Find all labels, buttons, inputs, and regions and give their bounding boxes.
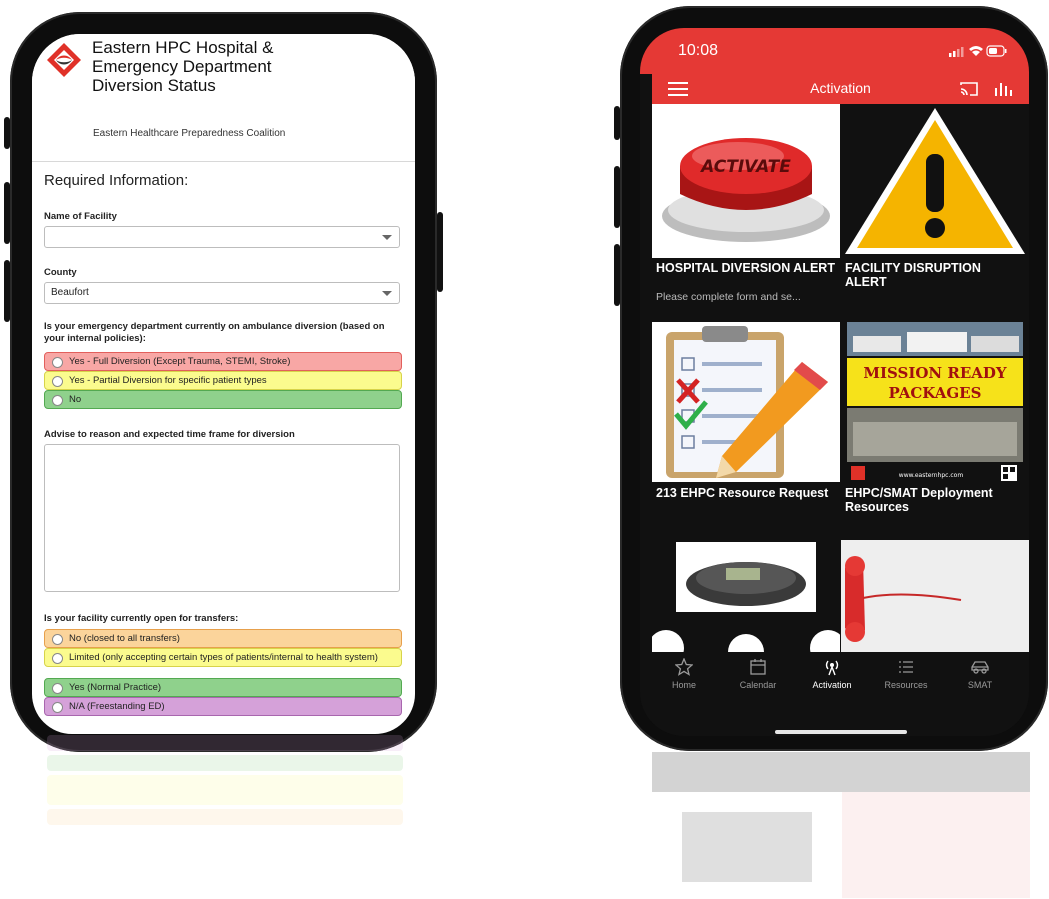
chevron-down-icon bbox=[382, 291, 392, 296]
tab-home[interactable]: Home bbox=[649, 658, 719, 690]
form-screen: Eastern HPC Hospital & Emergency Departm… bbox=[32, 34, 415, 734]
list-icon bbox=[871, 658, 941, 676]
warning-sign-icon bbox=[841, 104, 1029, 258]
tab-resources[interactable]: Resources bbox=[871, 658, 941, 690]
tile-title: EHPC/SMAT Deployment Resources bbox=[845, 486, 993, 514]
packages-line: PACKAGES bbox=[889, 384, 982, 402]
county-select-value: Beaufort bbox=[51, 287, 89, 298]
radio-option[interactable]: No (closed to all transfers) bbox=[44, 629, 402, 648]
radio-option-label: Yes - Partial Diversion for specific pat… bbox=[69, 375, 267, 386]
radio-circle-icon[interactable] bbox=[52, 634, 63, 645]
volume-down-button bbox=[4, 260, 10, 322]
app-bar: Activation bbox=[652, 74, 1029, 104]
checklist-clipboard-icon bbox=[652, 322, 840, 482]
red-telephone-icon bbox=[841, 540, 1029, 652]
star-icon bbox=[649, 658, 719, 676]
radio-option-label: N/A (Freestanding ED) bbox=[69, 701, 165, 712]
radio-circle-icon[interactable] bbox=[52, 653, 63, 664]
tab-label: SMAT bbox=[967, 680, 993, 690]
radio-option[interactable]: No bbox=[44, 390, 402, 409]
car-icon bbox=[945, 658, 1015, 676]
calendar-icon bbox=[723, 658, 793, 676]
radio-circle-icon[interactable] bbox=[52, 357, 63, 368]
volume-down-button bbox=[614, 244, 620, 306]
activate-button-icon: ACTIVATE bbox=[652, 104, 840, 258]
tab-label: Home bbox=[671, 680, 696, 690]
left-phone-frame: Eastern HPC Hospital & Emergency Departm… bbox=[4, 12, 443, 752]
volume-up-button bbox=[614, 166, 620, 228]
audio-bars-icon[interactable] bbox=[993, 80, 1013, 98]
section-heading: Required Information: bbox=[44, 172, 189, 189]
diversion-question: Is your emergency department currently o… bbox=[44, 321, 385, 344]
tab-label: Resources bbox=[884, 680, 928, 690]
tile-title: 213 EHPC Resource Request bbox=[656, 486, 829, 500]
radio-circle-icon[interactable] bbox=[52, 702, 63, 713]
broadcast-icon bbox=[797, 658, 867, 676]
status-icons bbox=[949, 45, 1007, 57]
reason-textarea[interactable] bbox=[44, 444, 400, 592]
right-phone-reflection bbox=[652, 752, 1030, 898]
chevron-down-icon bbox=[382, 235, 392, 240]
tab-label: Activation bbox=[812, 680, 852, 690]
radio-option[interactable]: Yes - Full Diversion (Except Trauma, STE… bbox=[44, 352, 402, 371]
tile-title: FACILITY DISRUPTION ALERT bbox=[845, 261, 981, 289]
status-bar: 10:08 bbox=[640, 28, 1029, 74]
cast-icon[interactable] bbox=[959, 80, 979, 98]
mute-switch bbox=[4, 117, 10, 149]
radio-option[interactable]: N/A (Freestanding ED) bbox=[44, 697, 402, 716]
tile-deployment-resources[interactable]: MISSION READY PACKAGES www.easternhpc.co… bbox=[841, 322, 1029, 538]
county-select[interactable]: Beaufort bbox=[44, 282, 400, 304]
conference-phone-icon bbox=[652, 540, 840, 652]
tab-smat[interactable]: SMAT bbox=[945, 658, 1015, 690]
status-time: 10:08 bbox=[678, 42, 719, 59]
website-url: www.easternhpc.com bbox=[899, 472, 964, 479]
reason-label: Advise to reason and expected time frame… bbox=[44, 429, 295, 440]
tile-subtitle: Please complete form and se... bbox=[656, 291, 801, 303]
radio-option-label: Yes - Full Diversion (Except Trauma, STE… bbox=[69, 356, 291, 367]
tab-label: Calendar bbox=[739, 680, 777, 690]
radio-circle-icon[interactable] bbox=[52, 683, 63, 694]
tile-title: HOSPITAL DIVERSION ALERT bbox=[656, 261, 835, 275]
power-button bbox=[437, 212, 443, 292]
transfers-question: Is your facility currently open for tran… bbox=[44, 613, 239, 624]
form-subtitle: Eastern Healthcare Preparedness Coalitio… bbox=[93, 128, 286, 139]
tile-red-telephone[interactable] bbox=[841, 540, 1029, 652]
radio-option[interactable]: Yes - Partial Diversion for specific pat… bbox=[44, 371, 402, 390]
tile-hospital-diversion-alert[interactable]: ACTIVATE HOSPITAL DIVERSION ALERT Please… bbox=[652, 104, 840, 320]
radio-option-label: No (closed to all transfers) bbox=[69, 633, 180, 644]
bottom-tab-bar: Home Calendar Activation Resources SMAT bbox=[640, 652, 1029, 736]
facility-label: Name of Facility bbox=[44, 211, 117, 222]
mission-ready-line: MISSION READY bbox=[863, 364, 1007, 382]
mute-switch bbox=[614, 106, 620, 140]
facility-select[interactable] bbox=[44, 226, 400, 248]
tab-calendar[interactable]: Calendar bbox=[723, 658, 793, 690]
radio-option-label: Limited (only accepting certain types of… bbox=[69, 652, 378, 663]
radio-option-label: Yes (Normal Practice) bbox=[69, 682, 162, 693]
radio-circle-icon[interactable] bbox=[52, 395, 63, 406]
radio-option-label: No bbox=[69, 394, 82, 405]
activation-grid: ACTIVATE HOSPITAL DIVERSION ALERT Please… bbox=[652, 104, 1029, 652]
activate-label: ACTIVATE bbox=[699, 157, 791, 177]
form-title: Eastern HPC Hospital & Emergency Departm… bbox=[92, 38, 274, 95]
left-phone-reflection bbox=[35, 725, 415, 895]
tile-conference-phone[interactable] bbox=[652, 540, 840, 652]
app-screen: 10:08 Activation ACTIVATE HOSPITAL DIVER… bbox=[640, 28, 1029, 736]
tile-facility-disruption-alert[interactable]: FACILITY DISRUPTION ALERT bbox=[841, 104, 1029, 320]
county-label: County bbox=[44, 267, 77, 278]
radio-option[interactable]: Limited (only accepting certain types of… bbox=[44, 648, 402, 667]
form-header: Eastern HPC Hospital & Emergency Departm… bbox=[32, 34, 415, 162]
tab-activation[interactable]: Activation bbox=[797, 658, 867, 690]
volume-up-button bbox=[4, 182, 10, 244]
tile-resource-request[interactable]: 213 EHPC Resource Request bbox=[652, 322, 840, 538]
mission-ready-packages-image: MISSION READY PACKAGES www.easternhpc.co… bbox=[841, 322, 1029, 482]
right-phone-frame: 10:08 Activation ACTIVATE HOSPITAL DIVER… bbox=[614, 6, 1048, 751]
home-indicator bbox=[775, 730, 907, 734]
ehpc-logo-icon bbox=[47, 43, 81, 77]
radio-circle-icon[interactable] bbox=[52, 376, 63, 387]
radio-option[interactable]: Yes (Normal Practice) bbox=[44, 678, 402, 697]
